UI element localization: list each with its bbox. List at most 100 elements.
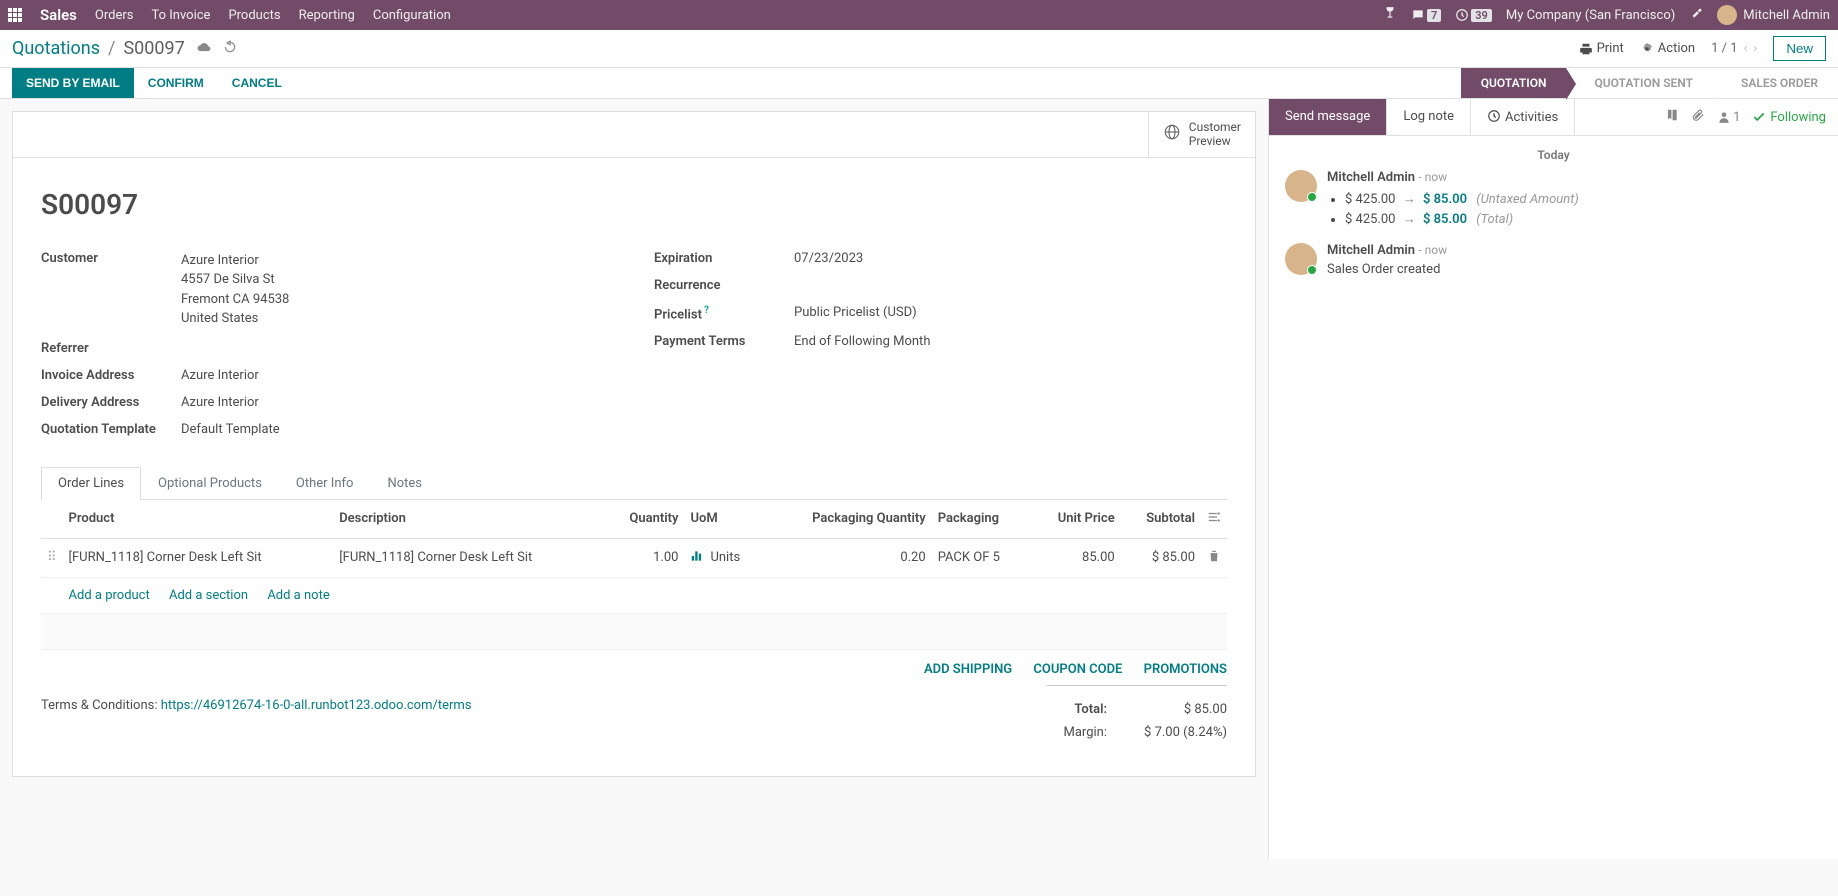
add-note-link[interactable]: Add a note [267, 588, 329, 603]
recurrence-value[interactable] [794, 278, 1227, 293]
menu-to-invoice[interactable]: To Invoice [151, 8, 210, 23]
form-sheet: Customer Preview S00097 Customer Azure I… [12, 111, 1256, 777]
recurrence-label: Recurrence [654, 278, 794, 293]
pager: 1 / 1 ‹ › [1711, 41, 1757, 56]
cancel-button[interactable]: CANCEL [218, 68, 296, 98]
pricelist-label: Pricelist? [654, 305, 794, 322]
expiration-label: Expiration [654, 251, 794, 266]
referrer-value[interactable] [181, 341, 614, 356]
invoice-address-value[interactable]: Azure Interior [181, 368, 614, 383]
new-button[interactable]: New [1773, 36, 1826, 61]
tab-notes[interactable]: Notes [370, 467, 439, 499]
step-quotation-sent[interactable]: QUOTATION SENT [1566, 68, 1713, 98]
breadcrumb-current: S00097 [123, 38, 184, 59]
col-description: Description [333, 500, 604, 539]
table-row[interactable]: ⠿ [FURN_1118] Corner Desk Left Sit [FURN… [41, 538, 1227, 577]
send-email-button[interactable]: SEND BY EMAIL [12, 68, 134, 98]
menu-reporting[interactable]: Reporting [299, 8, 355, 23]
topbar: Sales Orders To Invoice Products Reporti… [0, 0, 1838, 30]
menu-orders[interactable]: Orders [95, 8, 134, 23]
apps-icon[interactable] [8, 8, 22, 22]
terms-conditions: Terms & Conditions: https://46912674-16-… [41, 698, 472, 713]
step-quotation[interactable]: QUOTATION [1461, 68, 1567, 98]
customer-preview-button[interactable]: Customer Preview [1148, 112, 1255, 157]
template-label: Quotation Template [41, 422, 181, 437]
col-uom: UoM [684, 500, 765, 539]
tab-order-lines[interactable]: Order Lines [41, 467, 141, 500]
promotions-link[interactable]: PROMOTIONS [1144, 662, 1227, 677]
col-packaging: Packaging [932, 500, 1030, 539]
app-name[interactable]: Sales [40, 6, 77, 24]
followers-button[interactable]: 1 [1717, 110, 1740, 125]
avatar [1285, 170, 1317, 202]
menu-products[interactable]: Products [228, 8, 280, 23]
print-button[interactable]: Print [1579, 41, 1624, 56]
add-shipping-link[interactable]: ADD SHIPPING [924, 662, 1012, 677]
discuss-icon[interactable]: 7 [1411, 8, 1441, 22]
confirm-button[interactable]: CONFIRM [134, 68, 218, 98]
settings-icon[interactable] [1207, 513, 1221, 528]
add-product-link[interactable]: Add a product [69, 588, 150, 603]
terms-link[interactable]: https://46912674-16-0-all.runbot123.odoo… [161, 698, 472, 713]
template-value[interactable]: Default Template [181, 422, 614, 437]
activities-icon[interactable]: 39 [1455, 8, 1492, 22]
chatter: Send message Log note Activities 1 Follo… [1268, 99, 1838, 859]
forecast-icon[interactable] [690, 549, 704, 567]
message-item: Mitchell Admin - now Sales Order created [1285, 243, 1822, 277]
message-author: Mitchell Admin [1327, 170, 1415, 185]
person-icon [1717, 110, 1731, 124]
pricelist-value[interactable]: Public Pricelist (USD) [794, 305, 1227, 322]
message-item: Mitchell Admin - now $ 425.00 → $ 85.00 … [1285, 170, 1822, 229]
col-subtotal: Subtotal [1121, 500, 1201, 539]
customer-label: Customer [41, 251, 181, 329]
tab-optional-products[interactable]: Optional Products [141, 467, 279, 499]
gear-icon [1640, 42, 1654, 56]
col-pkg-qty: Packaging Quantity [766, 500, 932, 539]
add-section-link[interactable]: Add a section [169, 588, 248, 603]
activities-button[interactable]: Activities [1471, 99, 1575, 135]
following-button[interactable]: Following [1752, 110, 1826, 125]
clock-icon [1487, 109, 1501, 123]
breadcrumb-root[interactable]: Quotations [12, 38, 100, 59]
discard-icon[interactable] [223, 40, 237, 58]
margin-label: Margin: [1064, 725, 1108, 740]
control-panel: Quotations / S00097 Print Action 1 / 1 ‹… [0, 30, 1838, 68]
delete-row-icon[interactable] [1201, 538, 1227, 577]
change-line: $ 425.00 → $ 85.00 (Total) [1345, 209, 1822, 229]
company-switcher[interactable]: My Company (San Francisco) [1506, 8, 1675, 23]
activities-count: 39 [1471, 9, 1492, 22]
message-body: Sales Order created [1327, 262, 1822, 277]
change-line: $ 425.00 → $ 85.00 (Untaxed Amount) [1345, 189, 1822, 209]
pager-prev-icon[interactable]: ‹ [1744, 41, 1748, 56]
expiration-value[interactable]: 07/23/2023 [794, 251, 1227, 266]
invoice-address-label: Invoice Address [41, 368, 181, 383]
log-note-button[interactable]: Log note [1387, 99, 1471, 135]
customer-value[interactable]: Azure Interior 4557 De Silva St Fremont … [181, 251, 614, 329]
drag-handle-icon[interactable]: ⠿ [41, 538, 63, 577]
pager-next-icon[interactable]: › [1753, 41, 1757, 56]
payment-terms-value[interactable]: End of Following Month [794, 334, 1227, 349]
printer-icon [1579, 42, 1593, 56]
step-sales-order[interactable]: SALES ORDER [1713, 68, 1838, 98]
globe-icon [1163, 123, 1181, 145]
user-menu[interactable]: Mitchell Admin [1717, 5, 1830, 25]
payment-terms-label: Payment Terms [654, 334, 794, 349]
delivery-address-value[interactable]: Azure Interior [181, 395, 614, 410]
total-value: $ 85.00 [1137, 702, 1227, 717]
menu-configuration[interactable]: Configuration [373, 8, 451, 23]
save-cloud-icon[interactable] [197, 40, 211, 58]
send-message-button[interactable]: Send message [1269, 99, 1387, 135]
debug-icon[interactable] [1689, 6, 1703, 24]
phone-icon[interactable] [1383, 6, 1397, 24]
attachment-icon[interactable] [1691, 108, 1705, 126]
avatar [1717, 5, 1737, 25]
help-icon[interactable]: ? [704, 305, 709, 316]
day-separator: Today [1285, 136, 1822, 170]
col-unit-price: Unit Price [1030, 500, 1121, 539]
tab-other-info[interactable]: Other Info [279, 467, 371, 499]
order-lines-table: Product Description Quantity UoM Packagi… [41, 500, 1227, 650]
action-button[interactable]: Action [1640, 41, 1695, 56]
coupon-code-link[interactable]: COUPON CODE [1033, 662, 1122, 677]
total-label: Total: [1074, 702, 1107, 717]
book-icon[interactable] [1665, 108, 1679, 126]
